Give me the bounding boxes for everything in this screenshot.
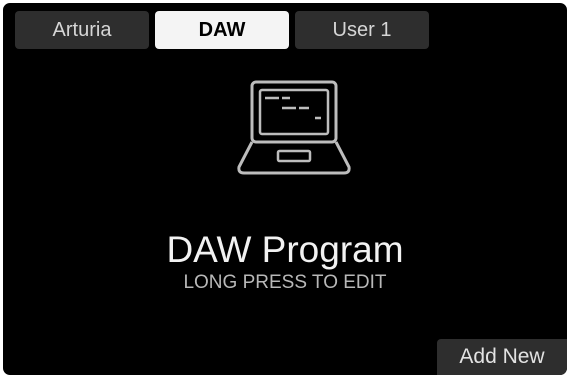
tab-daw[interactable]: DAW xyxy=(155,11,289,49)
laptop-icon xyxy=(237,80,351,175)
device-screen: Arturia DAW User 1 DAW Program LONG PRES… xyxy=(0,0,570,378)
add-new-button[interactable]: Add New xyxy=(437,339,567,375)
tab-arturia[interactable]: Arturia xyxy=(15,11,149,49)
edit-hint: LONG PRESS TO EDIT xyxy=(183,272,387,293)
tab-user-1[interactable]: User 1 xyxy=(295,11,429,49)
bank-tabs: Arturia DAW User 1 xyxy=(15,11,429,49)
program-title: DAW Program xyxy=(166,229,404,270)
